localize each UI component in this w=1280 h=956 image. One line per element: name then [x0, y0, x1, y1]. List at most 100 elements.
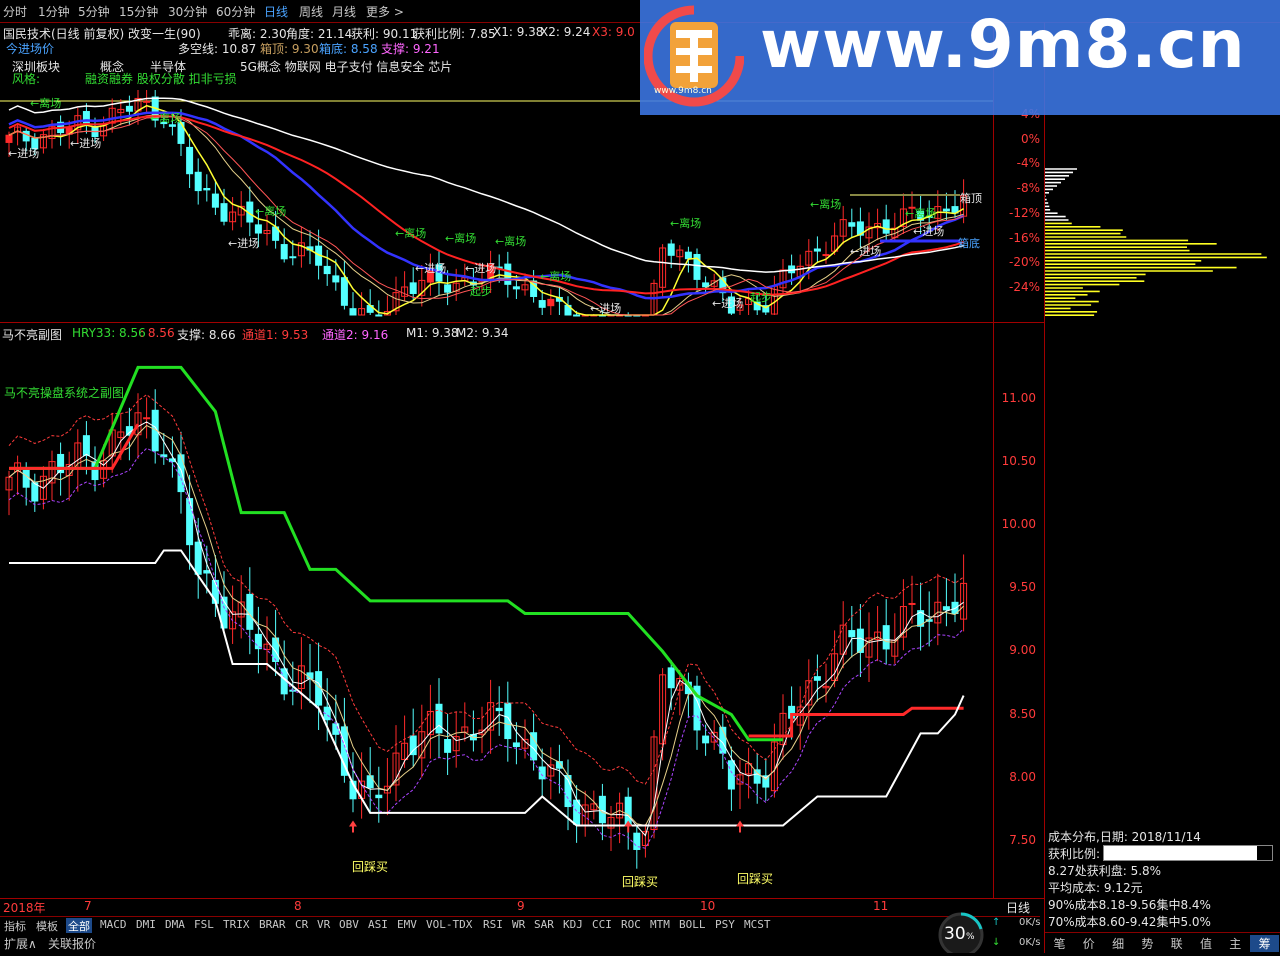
- annotation-19: 起步: [470, 285, 492, 298]
- annotation-7: ←进场: [913, 225, 945, 238]
- stat-mainstats-6: X3: 9.0: [592, 25, 635, 39]
- tab-3[interactable]: 15分钟: [119, 3, 158, 20]
- right-tab-4[interactable]: 联: [1162, 935, 1191, 952]
- sub-y-label-0: 11.00: [1001, 391, 1036, 405]
- annotation-9: ←离场: [30, 97, 62, 110]
- pane-divider: [0, 322, 1045, 323]
- indicator-tab-psy[interactable]: PSY: [713, 918, 737, 933]
- sub-candle: [813, 654, 821, 702]
- indicator-tab-cr[interactable]: CR: [293, 918, 310, 933]
- tab-6[interactable]: 日线: [264, 3, 288, 20]
- sub-candle: [779, 694, 787, 760]
- tab-1[interactable]: 1分钟: [38, 3, 70, 20]
- indicator-tab-模板[interactable]: 模板: [34, 918, 60, 933]
- main-candle: [504, 251, 512, 298]
- indicator-tab-brar[interactable]: BRAR: [257, 918, 288, 933]
- indicator-tab-sar[interactable]: SAR: [532, 918, 556, 933]
- sub-candle: [143, 397, 151, 439]
- indicator-tab-dmi[interactable]: DMI: [134, 918, 158, 933]
- indicator-tab-obv[interactable]: OBV: [337, 918, 361, 933]
- indicator-tab-wr[interactable]: WR: [510, 918, 527, 933]
- sub-candle: [874, 605, 882, 662]
- sub-candle: [917, 582, 925, 651]
- indicator-tab-mcst[interactable]: MCST: [742, 918, 773, 933]
- sub-indicator-chart[interactable]: [0, 340, 993, 898]
- cost-date: 成本分布,日期: 2018/11/14: [1048, 830, 1201, 844]
- indicator-tab-asi[interactable]: ASI: [366, 918, 390, 933]
- sub-candle: [435, 678, 443, 759]
- indicator-tab-vol-tdx[interactable]: VOL-TDX: [424, 918, 474, 933]
- right-tab-7[interactable]: 筹: [1250, 935, 1280, 952]
- chip-distribution-chart: [1045, 168, 1267, 316]
- main-candle: [659, 244, 667, 297]
- tab-8[interactable]: 月线: [332, 3, 356, 20]
- stat-substats-6: M2: 9.34: [456, 326, 509, 340]
- indicator-tab-fsl[interactable]: FSL: [192, 918, 216, 933]
- annotation-1: ←进场: [70, 137, 102, 150]
- tab-4[interactable]: 30分钟: [168, 3, 207, 20]
- tab-0[interactable]: 分时: [3, 3, 27, 20]
- tab-2[interactable]: 5分钟: [78, 3, 110, 20]
- main-candle: [813, 236, 821, 264]
- sub-candle: [805, 659, 813, 730]
- main-y-label-1: 0%: [1020, 131, 1040, 146]
- tab-5[interactable]: 60分钟: [216, 3, 255, 20]
- channel1-line: [8, 394, 964, 785]
- indicator-tab-全部[interactable]: 全部: [66, 918, 92, 933]
- main-candle: [14, 122, 22, 146]
- right-tab-5[interactable]: 值: [1192, 935, 1221, 952]
- related-quotes-button[interactable]: 关联报价: [48, 935, 96, 952]
- indicator-tab-mtm[interactable]: MTM: [648, 918, 672, 933]
- sub-candle: [925, 591, 933, 647]
- sub-candle: [616, 792, 624, 844]
- annotation-21: 箱顶: [960, 192, 982, 205]
- sub-candle: [555, 744, 563, 794]
- expand-button[interactable]: 扩展∧: [4, 935, 37, 952]
- sub-candle: [426, 684, 434, 759]
- indicator-tab-指标[interactable]: 指标: [2, 918, 28, 933]
- sub-candle: [487, 679, 495, 754]
- main-kline-chart[interactable]: [0, 85, 993, 322]
- right-tab-3[interactable]: 势: [1133, 935, 1162, 952]
- sub-candle: [194, 517, 202, 599]
- right-tab-2[interactable]: 细: [1104, 935, 1133, 952]
- indicator-tab-cci[interactable]: CCI: [590, 918, 614, 933]
- sub-y-label-2: 10.00: [1001, 517, 1036, 532]
- stat-substats-5: M1: 9.38: [406, 326, 459, 340]
- main-candle: [375, 300, 383, 317]
- sub-candle: [547, 747, 555, 800]
- indicator-tab-macd[interactable]: MACD: [98, 918, 129, 933]
- annotation-12: ←离场: [395, 227, 427, 240]
- sub-y-axis: 11.00 10.50 10.00 9.50 9.00 8.50 8.00 7.50: [994, 340, 1044, 898]
- sub-candle: [607, 805, 615, 851]
- tab-9[interactable]: 更多 >: [366, 3, 404, 20]
- annotation-0: ←进场: [8, 147, 40, 160]
- sub-candle: [401, 715, 409, 768]
- right-tab-0[interactable]: 笔: [1045, 935, 1074, 952]
- indicator-tab-vr[interactable]: VR: [315, 918, 332, 933]
- indicator-tab-boll[interactable]: BOLL: [677, 918, 708, 933]
- right-tab-1[interactable]: 价: [1074, 935, 1103, 952]
- x-label-3: 9: [517, 899, 525, 913]
- annotation-14: ←离场: [495, 235, 527, 248]
- indicator-tab-emv[interactable]: EMV: [395, 918, 419, 933]
- indicator-tab-dma[interactable]: DMA: [163, 918, 187, 933]
- buy-label-2: 回踩买: [737, 872, 774, 886]
- tab-7[interactable]: 周线: [299, 3, 323, 20]
- cost-70: 70%成本8.60-9.42集中5.0%: [1048, 915, 1211, 929]
- sub-candle: [461, 702, 469, 742]
- sub-y-label-6: 8.00: [1009, 769, 1036, 784]
- main-candle: [340, 261, 348, 310]
- indicator-tab-trix[interactable]: TRIX: [221, 918, 252, 933]
- annotation-18: ←离场: [905, 207, 937, 220]
- main-candle: [452, 268, 460, 301]
- indicator-tab-roc[interactable]: ROC: [619, 918, 643, 933]
- indicator-tab-kdj[interactable]: KDJ: [561, 918, 585, 933]
- indicator-tab-rsi[interactable]: RSI: [481, 918, 505, 933]
- entry-price-label: 今进场价: [6, 42, 55, 56]
- right-tab-6[interactable]: 主: [1221, 935, 1250, 952]
- sub-candle: [48, 450, 56, 501]
- period-label: 日线: [1006, 901, 1031, 915]
- sub-candle: [409, 708, 417, 768]
- sub-candle: [865, 612, 873, 683]
